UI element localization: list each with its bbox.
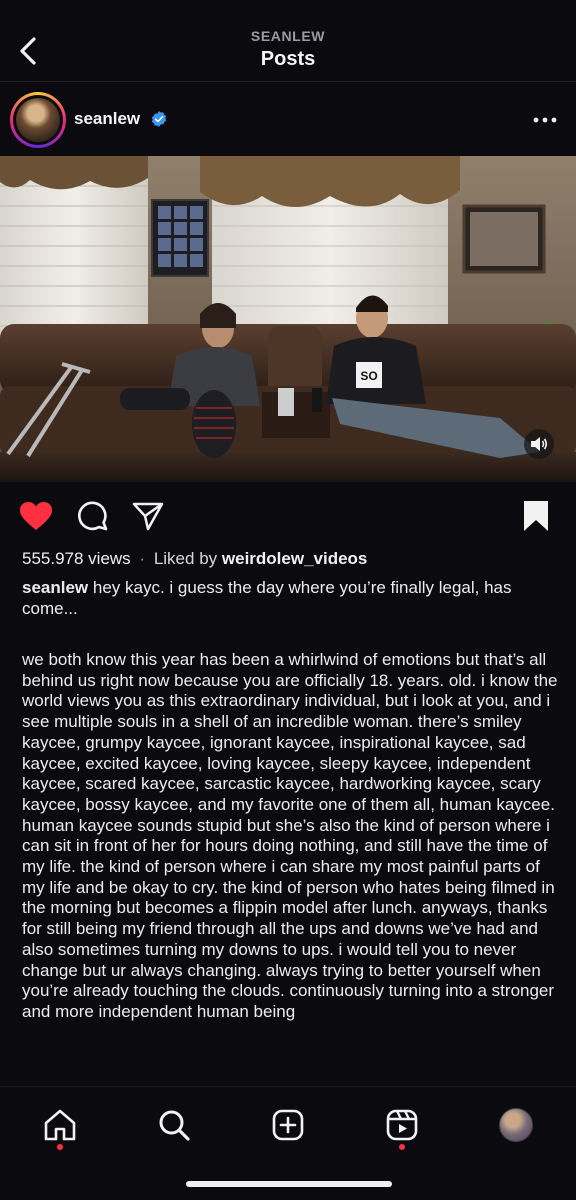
comment-icon[interactable] <box>74 498 110 534</box>
caption-intro: seanlew hey kayc. i guess the day where … <box>22 578 558 619</box>
post-meta: 555.978 views · Liked by weirdolew_video… <box>22 549 560 569</box>
post-actions-bar <box>0 496 576 536</box>
author-username[interactable]: seanlew <box>74 109 140 129</box>
search-icon[interactable] <box>152 1103 196 1147</box>
instagram-post-screen: SEANLEW Posts seanlew SO 555.978 views ·… <box>0 0 576 1200</box>
verified-badge-icon <box>151 111 167 127</box>
home-indicator <box>186 1181 392 1187</box>
share-icon[interactable] <box>130 498 166 534</box>
author-avatar[interactable] <box>10 92 66 148</box>
page-title: Posts <box>260 48 316 70</box>
speaker-icon[interactable] <box>524 429 554 459</box>
post-author-row: seanlew <box>0 90 576 150</box>
header-username: SEANLEW <box>250 28 326 44</box>
profile-icon[interactable] <box>494 1103 538 1147</box>
caption-intro-text: hey kayc. i guess the day where you’re f… <box>22 578 512 618</box>
caption-username[interactable]: seanlew <box>22 578 88 597</box>
liked-by-user[interactable]: weirdolew_videos <box>222 549 368 568</box>
header-titles: SEANLEW Posts <box>0 28 576 71</box>
bookmark-icon[interactable] <box>518 498 554 534</box>
shirt-text: SO <box>360 369 377 383</box>
more-dots-icon[interactable] <box>532 108 558 132</box>
home-notification-dot <box>57 1144 63 1150</box>
separator-dot: · <box>139 549 146 568</box>
liked-by-label: Liked by <box>153 549 218 568</box>
reels-notification-dot <box>399 1144 405 1150</box>
home-icon[interactable] <box>38 1103 82 1147</box>
caption-body: we both know this year has been a whirlw… <box>22 650 558 1021</box>
top-header: SEANLEW Posts <box>0 0 576 82</box>
views-count: 555.978 views <box>22 549 131 568</box>
create-icon[interactable] <box>266 1103 310 1147</box>
reels-icon[interactable] <box>380 1103 424 1147</box>
post-video[interactable]: SO <box>0 156 576 482</box>
video-frame-image: SO <box>0 156 576 482</box>
heart-icon[interactable] <box>18 498 54 534</box>
